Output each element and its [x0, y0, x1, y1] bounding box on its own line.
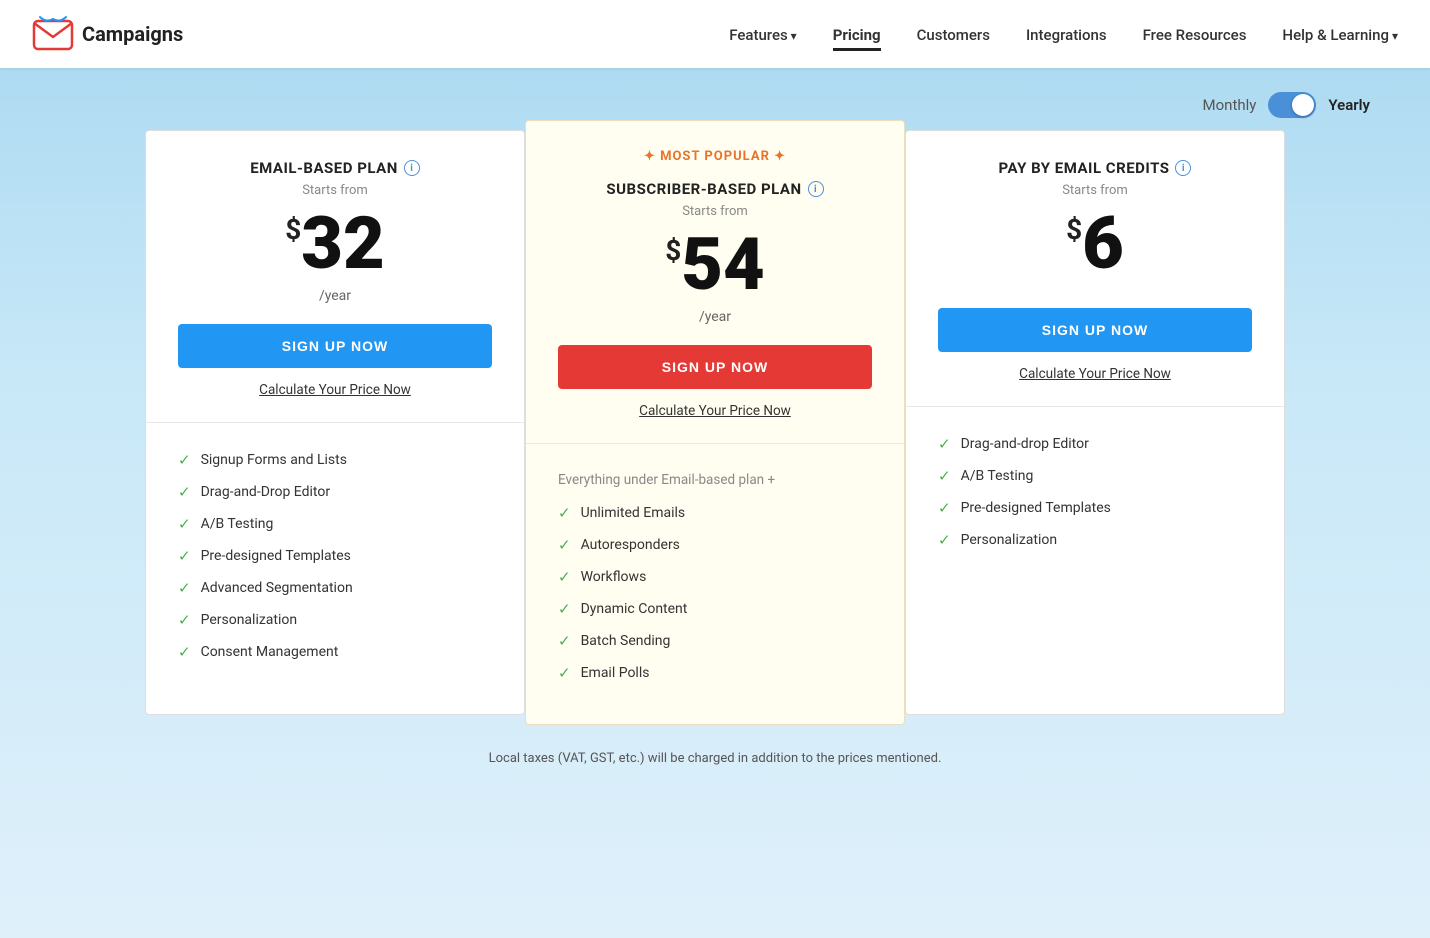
features-email: ✓ Signup Forms and Lists ✓ Drag-and-Drop…: [146, 423, 524, 714]
nav-links: Features Pricing Customers Integrations …: [729, 25, 1398, 44]
toggle-knob: [1292, 94, 1314, 116]
feature-sub-3: ✓ Workflows: [558, 568, 872, 586]
nav-item-customers[interactable]: Customers: [917, 25, 990, 44]
feature-sub-1: ✓ Unlimited Emails: [558, 504, 872, 522]
navbar: Campaigns Features Pricing Customers Int…: [0, 0, 1430, 68]
info-icon-email[interactable]: i: [404, 160, 420, 176]
nav-link-pricing[interactable]: Pricing: [833, 26, 881, 51]
popular-badge: ✦ MOST POPULAR ✦: [644, 149, 786, 164]
price-dollar-credits: $: [1066, 216, 1082, 244]
billing-toggle-switch[interactable]: [1268, 92, 1316, 118]
features-subscriber: Everything under Email-based plan + ✓ Un…: [526, 444, 904, 724]
nav-item-pricing[interactable]: Pricing: [833, 25, 881, 44]
price-period-email: /year: [319, 288, 351, 304]
nav-link-customers[interactable]: Customers: [917, 26, 990, 44]
price-display-email: $ 32: [285, 208, 385, 280]
check-icon: ✓: [178, 643, 191, 661]
card-top-subscriber: ✦ MOST POPULAR ✦ SUBSCRIBER-BASED PLAN i…: [526, 121, 904, 444]
check-icon: ✓: [938, 467, 951, 485]
check-icon: ✓: [178, 579, 191, 597]
features-credits: ✓ Drag-and-drop Editor ✓ A/B Testing ✓ P…: [906, 407, 1284, 714]
nav-item-integrations[interactable]: Integrations: [1026, 25, 1107, 44]
brand[interactable]: Campaigns: [32, 15, 183, 53]
plan-name-credits: PAY BY EMAIL CREDITS i: [999, 159, 1192, 177]
check-icon: ✓: [178, 451, 191, 469]
info-icon-credits[interactable]: i: [1175, 160, 1191, 176]
starts-from-email: Starts from: [302, 183, 368, 198]
price-period-subscriber: /year: [699, 309, 731, 325]
check-icon: ✓: [178, 547, 191, 565]
check-icon: ✓: [558, 568, 571, 586]
price-display-subscriber: $ 54: [665, 229, 765, 301]
check-icon: ✓: [938, 499, 951, 517]
price-display-credits: $ 6: [1066, 208, 1124, 280]
feature-cred-4: ✓ Personalization: [938, 531, 1252, 549]
pricing-section: EMAIL-BASED PLAN i Starts from $ 32 /yea…: [0, 130, 1430, 735]
feature-sub-6: ✓ Email Polls: [558, 664, 872, 682]
calculate-link-credits[interactable]: Calculate Your Price Now: [1019, 366, 1171, 382]
feature-email-4: ✓ Pre-designed Templates: [178, 547, 492, 565]
logo-icon: [32, 15, 74, 53]
starts-from-subscriber: Starts from: [682, 204, 748, 219]
features-note-subscriber: Everything under Email-based plan +: [558, 472, 872, 488]
price-dollar-email: $: [285, 216, 301, 244]
check-icon: ✓: [558, 600, 571, 618]
card-top-email: EMAIL-BASED PLAN i Starts from $ 32 /yea…: [146, 131, 524, 423]
check-icon: ✓: [938, 435, 951, 453]
feature-email-7: ✓ Consent Management: [178, 643, 492, 661]
price-amount-credits: 6: [1082, 208, 1124, 280]
monthly-label: Monthly: [1203, 96, 1257, 114]
check-icon: ✓: [938, 531, 951, 549]
plan-subscriber-based: ✦ MOST POPULAR ✦ SUBSCRIBER-BASED PLAN i…: [525, 120, 905, 725]
price-amount-subscriber: 54: [681, 229, 764, 301]
nav-item-features[interactable]: Features: [729, 25, 797, 44]
nav-link-features[interactable]: Features: [729, 26, 797, 44]
yearly-label: Yearly: [1328, 96, 1370, 114]
feature-email-5: ✓ Advanced Segmentation: [178, 579, 492, 597]
plan-name-email: EMAIL-BASED PLAN i: [250, 159, 420, 177]
feature-email-1: ✓ Signup Forms and Lists: [178, 451, 492, 469]
feature-sub-2: ✓ Autoresponders: [558, 536, 872, 554]
feature-email-2: ✓ Drag-and-Drop Editor: [178, 483, 492, 501]
feature-email-3: ✓ A/B Testing: [178, 515, 492, 533]
plan-email-based: EMAIL-BASED PLAN i Starts from $ 32 /yea…: [145, 130, 525, 715]
signup-button-email[interactable]: SIGN UP NOW: [178, 324, 492, 368]
check-icon: ✓: [178, 483, 191, 501]
calculate-link-subscriber[interactable]: Calculate Your Price Now: [639, 403, 791, 419]
calculate-link-email[interactable]: Calculate Your Price Now: [259, 382, 411, 398]
plan-pay-by-credits: PAY BY EMAIL CREDITS i Starts from $ 6 S…: [905, 130, 1285, 715]
plan-name-subscriber: SUBSCRIBER-BASED PLAN i: [606, 180, 823, 198]
brand-name: Campaigns: [82, 22, 183, 46]
nav-item-free-resources[interactable]: Free Resources: [1143, 25, 1247, 44]
feature-cred-1: ✓ Drag-and-drop Editor: [938, 435, 1252, 453]
info-icon-subscriber[interactable]: i: [808, 181, 824, 197]
feature-sub-5: ✓ Batch Sending: [558, 632, 872, 650]
feature-email-6: ✓ Personalization: [178, 611, 492, 629]
check-icon: ✓: [558, 664, 571, 682]
nav-link-free-resources[interactable]: Free Resources: [1143, 26, 1247, 44]
check-icon: ✓: [178, 515, 191, 533]
card-top-credits: PAY BY EMAIL CREDITS i Starts from $ 6 S…: [906, 131, 1284, 407]
nav-link-help[interactable]: Help & Learning: [1282, 26, 1398, 44]
check-icon: ✓: [558, 536, 571, 554]
nav-item-help[interactable]: Help & Learning: [1282, 25, 1398, 44]
starts-from-credits: Starts from: [1062, 183, 1128, 198]
nav-link-integrations[interactable]: Integrations: [1026, 26, 1107, 44]
check-icon: ✓: [558, 504, 571, 522]
check-icon: ✓: [178, 611, 191, 629]
price-dollar-subscriber: $: [665, 237, 681, 265]
price-amount-email: 32: [301, 208, 384, 280]
footer-note: Local taxes (VAT, GST, etc.) will be cha…: [0, 735, 1430, 782]
feature-cred-3: ✓ Pre-designed Templates: [938, 499, 1252, 517]
feature-cred-2: ✓ A/B Testing: [938, 467, 1252, 485]
signup-button-subscriber[interactable]: SIGN UP NOW: [558, 345, 872, 389]
signup-button-credits[interactable]: SIGN UP NOW: [938, 308, 1252, 352]
feature-sub-4: ✓ Dynamic Content: [558, 600, 872, 618]
check-icon: ✓: [558, 632, 571, 650]
